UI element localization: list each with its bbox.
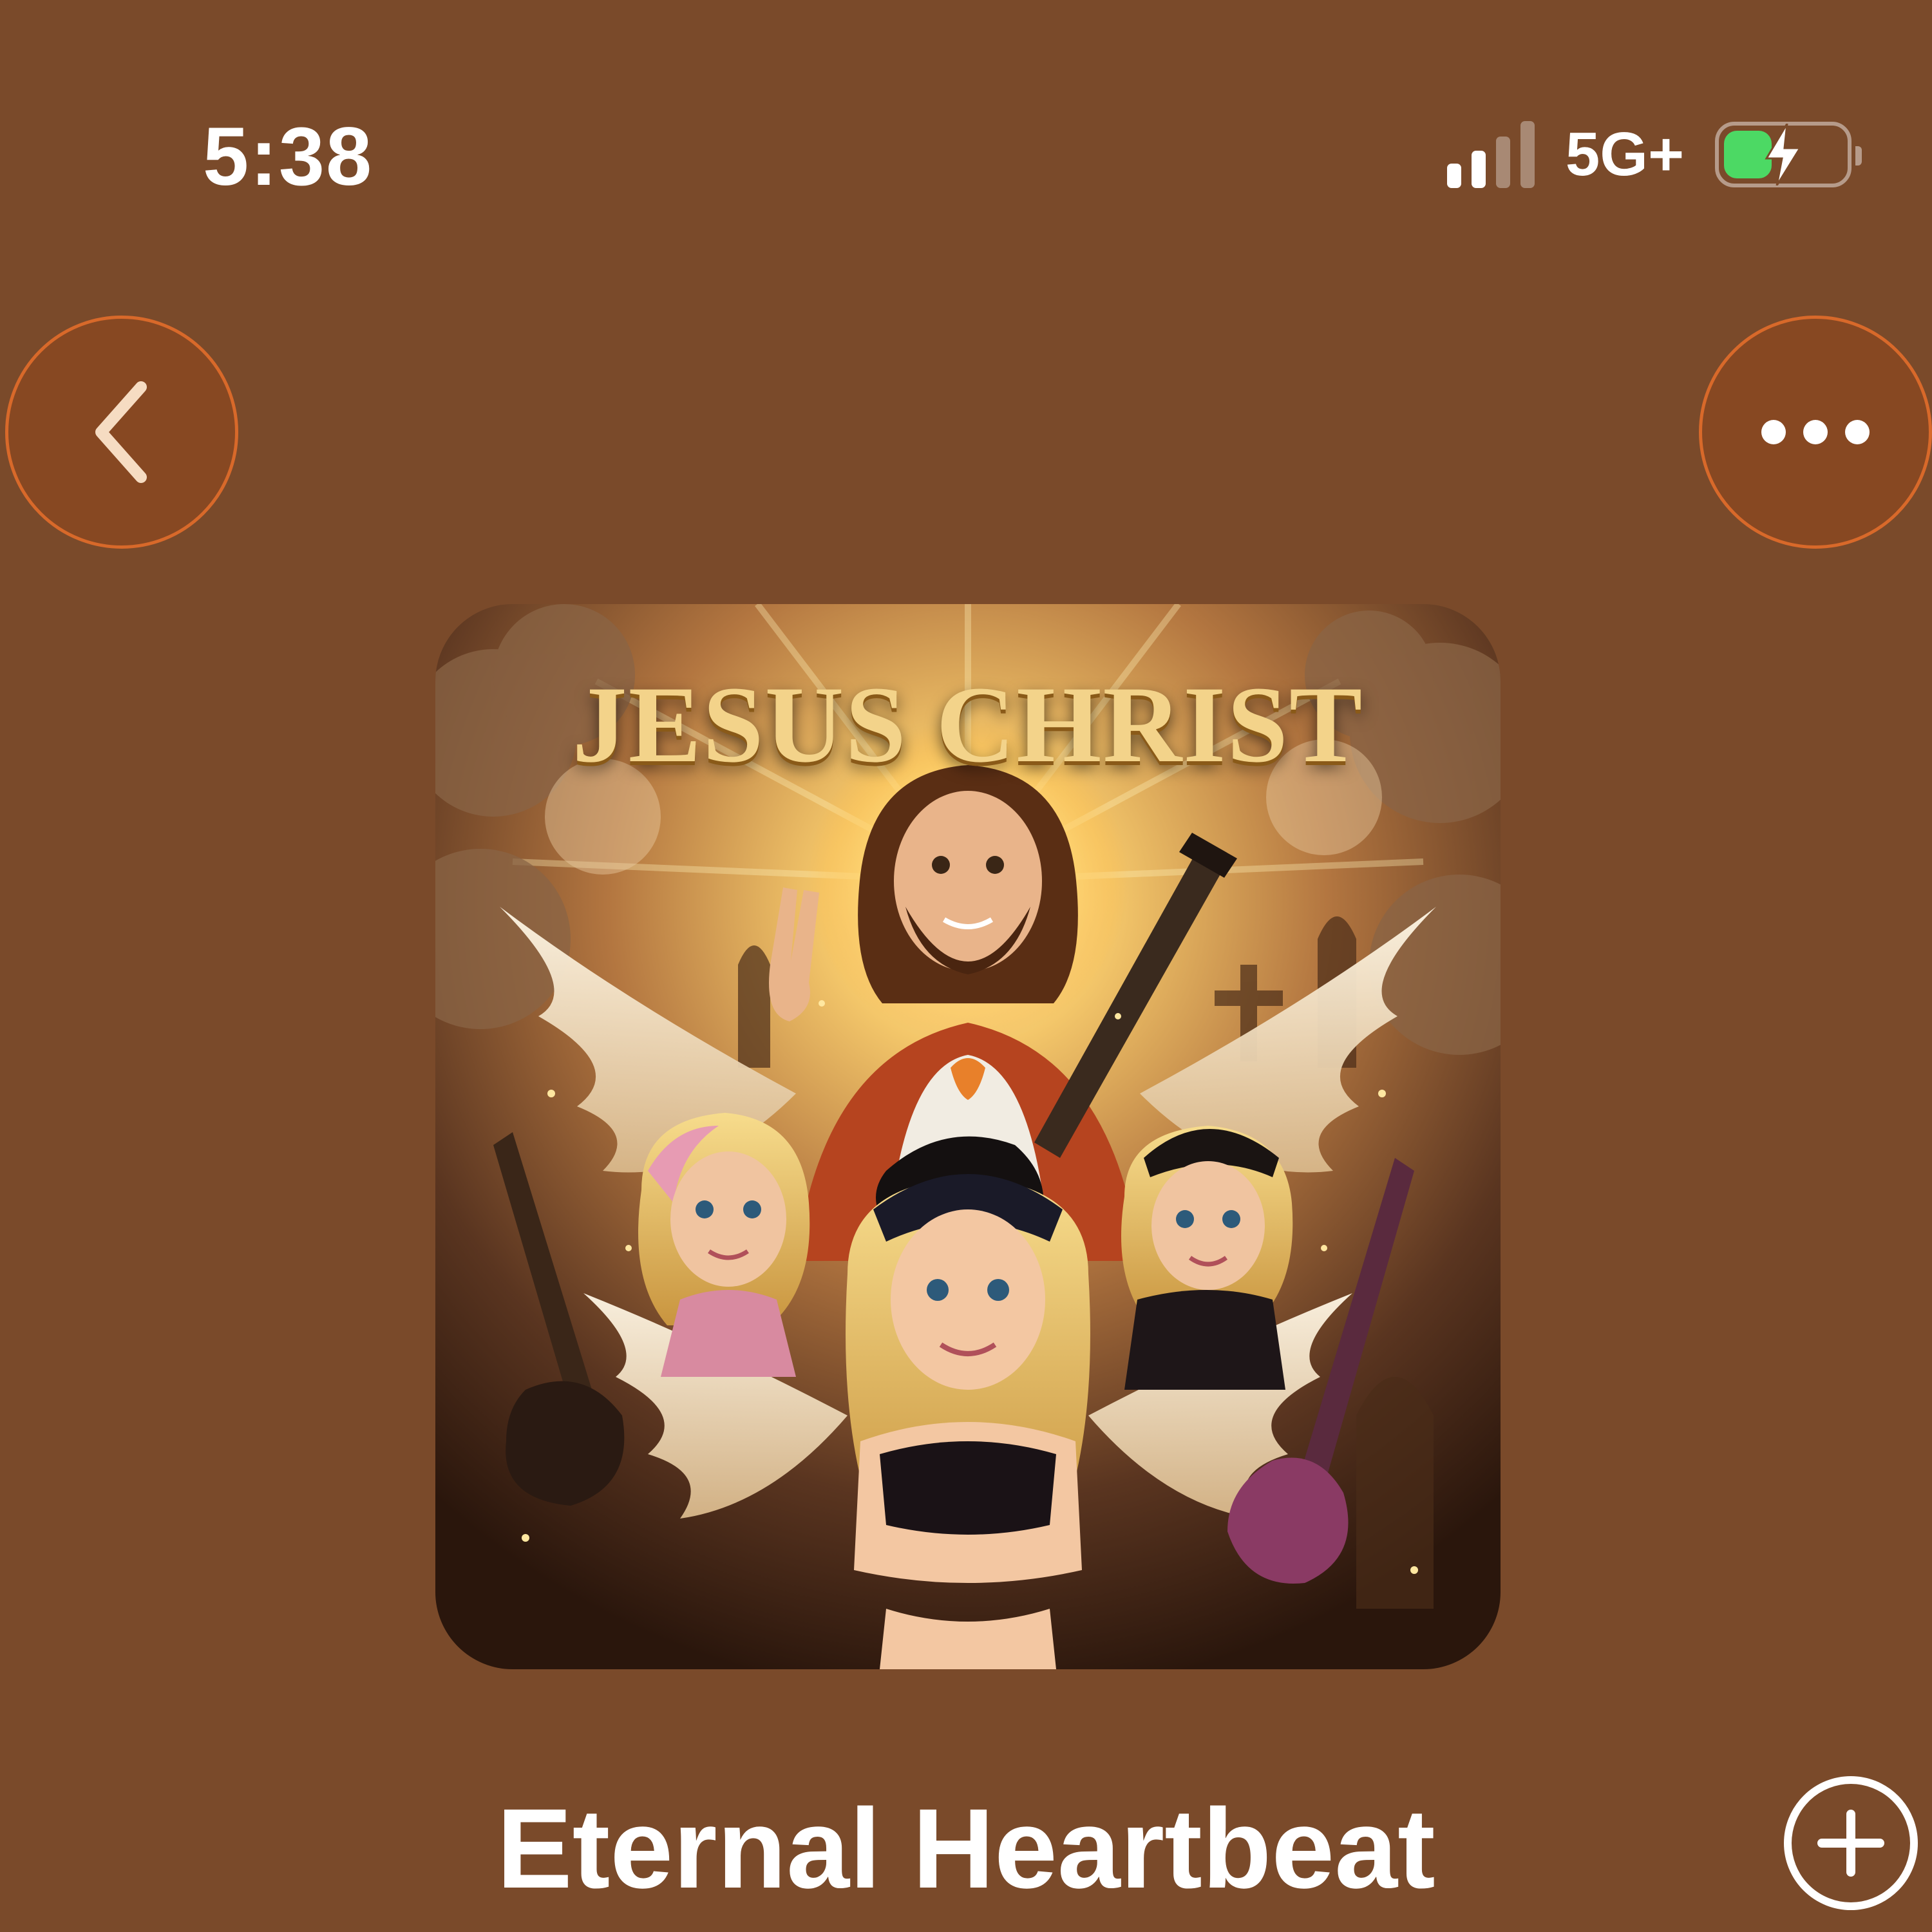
chevron-left-icon bbox=[95, 381, 147, 483]
more-options-button[interactable] bbox=[1699, 316, 1932, 549]
signal-bar bbox=[1446, 164, 1461, 188]
status-time: 5:38 bbox=[203, 111, 374, 203]
battery-icon bbox=[1715, 122, 1862, 187]
signal-bar bbox=[1520, 121, 1535, 188]
status-indicators: 5G+ bbox=[1446, 119, 1862, 190]
album-artwork: JESUS CHRIST bbox=[435, 604, 1501, 1669]
album-artwork-title: JESUS CHRIST bbox=[572, 664, 1364, 785]
song-title: Eternal Heartbeat bbox=[497, 1786, 1435, 1912]
add-to-library-button[interactable] bbox=[1784, 1776, 1918, 1910]
now-playing-screen: 5:38 5G+ JESUS CHRIST Eternal Heartbeat bbox=[0, 0, 1932, 1932]
signal-bar bbox=[1471, 151, 1486, 188]
signal-icon bbox=[1446, 121, 1535, 188]
back-button[interactable] bbox=[5, 316, 238, 549]
plus-icon bbox=[1817, 1810, 1884, 1877]
network-type: 5G+ bbox=[1565, 120, 1684, 189]
charging-bolt-icon bbox=[1765, 124, 1802, 185]
signal-bar bbox=[1495, 137, 1510, 188]
more-horizontal-icon bbox=[1761, 420, 1870, 444]
